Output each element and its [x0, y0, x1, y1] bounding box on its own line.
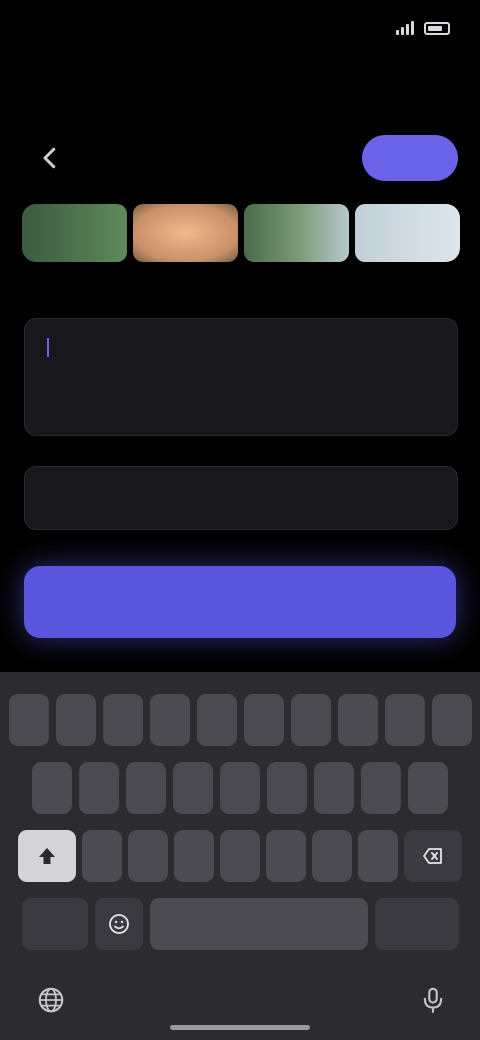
- space-key[interactable]: [149, 898, 368, 950]
- key[interactable]: [32, 762, 72, 814]
- signal-icon: [396, 21, 414, 35]
- globe-icon: [38, 987, 64, 1012]
- key[interactable]: [384, 694, 425, 746]
- keyboard-row-3: [0, 830, 480, 882]
- shift-key[interactable]: [18, 830, 76, 882]
- key[interactable]: [290, 694, 331, 746]
- key[interactable]: [173, 762, 213, 814]
- photo-thumbnail[interactable]: [244, 204, 349, 262]
- photo-thumbnail[interactable]: [22, 204, 127, 262]
- key[interactable]: [337, 694, 378, 746]
- text-caret: [47, 338, 49, 357]
- compose-header: [0, 126, 480, 190]
- caption-textarea[interactable]: [24, 318, 458, 436]
- keyboard-row-2: [0, 762, 480, 814]
- delete-key[interactable]: [404, 830, 462, 882]
- mic-button[interactable]: [418, 985, 448, 1020]
- keyboard: [0, 672, 480, 1040]
- shift-icon: [39, 848, 55, 864]
- photo-strip[interactable]: [22, 204, 460, 262]
- key[interactable]: [361, 762, 401, 814]
- chevron-left-icon: [43, 147, 56, 169]
- key[interactable]: [220, 762, 260, 814]
- key[interactable]: [408, 762, 448, 814]
- key[interactable]: [8, 694, 49, 746]
- photo-thumbnail[interactable]: [355, 204, 460, 262]
- screen: [0, 0, 480, 1040]
- key[interactable]: [314, 762, 354, 814]
- key[interactable]: [431, 694, 472, 746]
- status-right: [386, 21, 450, 35]
- back-button[interactable]: [24, 132, 76, 184]
- numbers-key[interactable]: [21, 898, 88, 950]
- battery-icon: [424, 21, 450, 35]
- globe-button[interactable]: [36, 985, 66, 1020]
- key[interactable]: [126, 762, 166, 814]
- key[interactable]: [174, 830, 214, 882]
- emoji-icon: [108, 914, 129, 934]
- mic-icon: [423, 987, 443, 1013]
- status-bar: [0, 0, 480, 56]
- key[interactable]: [267, 762, 307, 814]
- key[interactable]: [79, 762, 119, 814]
- link-field[interactable]: [24, 466, 458, 530]
- emoji-key[interactable]: [94, 898, 143, 950]
- keyboard-row-4: [0, 898, 480, 950]
- home-indicator[interactable]: [170, 1025, 310, 1030]
- primary-button[interactable]: [24, 566, 456, 638]
- delete-icon: [423, 848, 442, 864]
- key[interactable]: [149, 694, 190, 746]
- key[interactable]: [243, 694, 284, 746]
- post-button[interactable]: [362, 135, 458, 181]
- key[interactable]: [358, 830, 398, 882]
- key[interactable]: [220, 830, 260, 882]
- key[interactable]: [82, 830, 122, 882]
- photo-thumbnail[interactable]: [133, 204, 238, 262]
- key[interactable]: [312, 830, 352, 882]
- key[interactable]: [266, 830, 306, 882]
- key[interactable]: [196, 694, 237, 746]
- return-key[interactable]: [374, 898, 459, 950]
- key[interactable]: [55, 694, 96, 746]
- key[interactable]: [102, 694, 143, 746]
- keyboard-row-1: [0, 694, 480, 746]
- key[interactable]: [128, 830, 168, 882]
